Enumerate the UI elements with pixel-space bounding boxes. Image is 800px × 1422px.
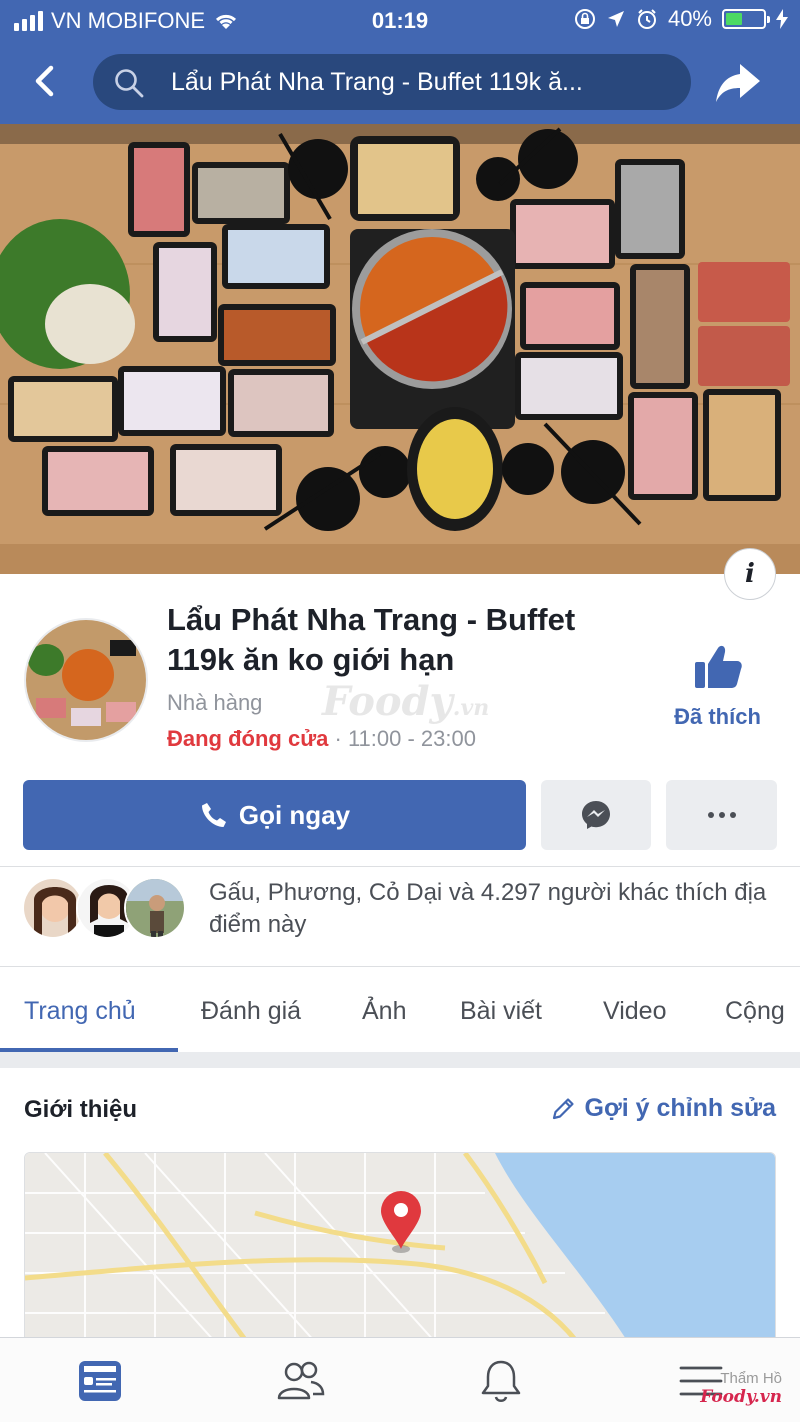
hours-range: · 11:00 - 23:00 (328, 726, 476, 751)
friends-like-summary[interactable]: Gấu, Phương, Cỏ Dại và 4.297 người khác … (209, 877, 769, 941)
suggest-edit-link[interactable]: Gợi ý chỉnh sửa (549, 1094, 776, 1123)
page-avatar[interactable] (24, 618, 148, 742)
hotpot-table-image (0, 124, 800, 574)
tab-posts[interactable]: Bài viết (460, 997, 542, 1026)
notifications-icon (481, 1360, 521, 1402)
avatar-image (26, 620, 146, 740)
section-separator (0, 1052, 800, 1068)
status-bar: VN MOBIFONE 01:19 40% (0, 0, 800, 42)
call-now-button[interactable]: Gọi ngay (23, 780, 526, 850)
friend-avatar[interactable] (22, 877, 84, 939)
page-title: Lẩu Phát Nha Trang - Buffet 119k ăn ko g… (167, 602, 576, 677)
share-button[interactable] (712, 56, 764, 108)
map-image (25, 1153, 775, 1351)
search-input[interactable]: Lẩu Phát Nha Trang - Buffet 119k ă... (93, 54, 691, 110)
info-icon: i (745, 559, 755, 589)
tab-reviews[interactable]: Đánh giá (201, 997, 301, 1026)
top-bar: VN MOBIFONE 01:19 40% Lẩu Phát Nha Trang… (0, 0, 800, 124)
nav-friends[interactable] (275, 1356, 325, 1406)
page-tabs: Trang chủ Đánh giá Ảnh Bài viết Video Cộ… (0, 967, 800, 1052)
battery-percent: 40% (667, 6, 712, 31)
search-text: Lẩu Phát Nha Trang - Buffet 119k ă... (171, 68, 583, 96)
foody-watermark: Foody.vn (322, 678, 490, 725)
back-arrow-icon (35, 65, 54, 97)
more-button[interactable] (666, 780, 777, 850)
open-status: Đang đóng cửa (167, 726, 329, 751)
friend-avatar[interactable] (124, 877, 186, 939)
search-icon (115, 69, 144, 98)
messenger-icon (582, 801, 610, 829)
footer-watermark: Thẩm Hồ Foody.vn (700, 1370, 782, 1406)
info-button[interactable]: i (724, 548, 776, 600)
pencil-icon (552, 1097, 574, 1119)
suggest-edit-label: Gợi ý chỉnh sửa (584, 1094, 776, 1122)
tab-community[interactable]: Cộng (725, 997, 785, 1026)
like-label: Đã thích (674, 704, 761, 729)
page-category: Nhà hàng (167, 690, 263, 715)
tab-home[interactable]: Trang chủ (24, 997, 136, 1026)
tab-photos[interactable]: Ảnh (362, 997, 406, 1026)
like-button[interactable]: Đã thích (660, 642, 775, 732)
nav-notifications[interactable] (476, 1356, 526, 1406)
nav-feed[interactable] (75, 1356, 125, 1406)
phone-icon (201, 803, 226, 827)
charging-icon (776, 9, 788, 29)
alarm-icon (637, 9, 656, 29)
opening-hours: Đang đóng cửa · 11:00 - 23:00 (167, 726, 476, 752)
thumbs-up-icon (695, 645, 742, 688)
divider (0, 866, 800, 867)
cover-photo[interactable] (0, 124, 800, 574)
back-button[interactable] (22, 58, 68, 104)
bottom-navigation (0, 1337, 800, 1422)
feed-icon (79, 1361, 121, 1401)
location-map[interactable] (24, 1152, 776, 1352)
battery-icon (722, 9, 770, 29)
messenger-button[interactable] (541, 780, 651, 850)
more-icon (707, 812, 736, 818)
location-icon (607, 11, 624, 27)
share-icon (716, 64, 760, 102)
intro-title: Giới thiệu (24, 1096, 138, 1123)
rotation-lock-icon (574, 9, 595, 29)
friends-icon (277, 1361, 325, 1400)
tab-videos[interactable]: Video (603, 997, 667, 1026)
foody-brand: Foody.vn (700, 1387, 782, 1407)
call-now-label: Gọi ngay (238, 799, 351, 830)
uploader-name: Thẩm Hồ (720, 1370, 782, 1387)
